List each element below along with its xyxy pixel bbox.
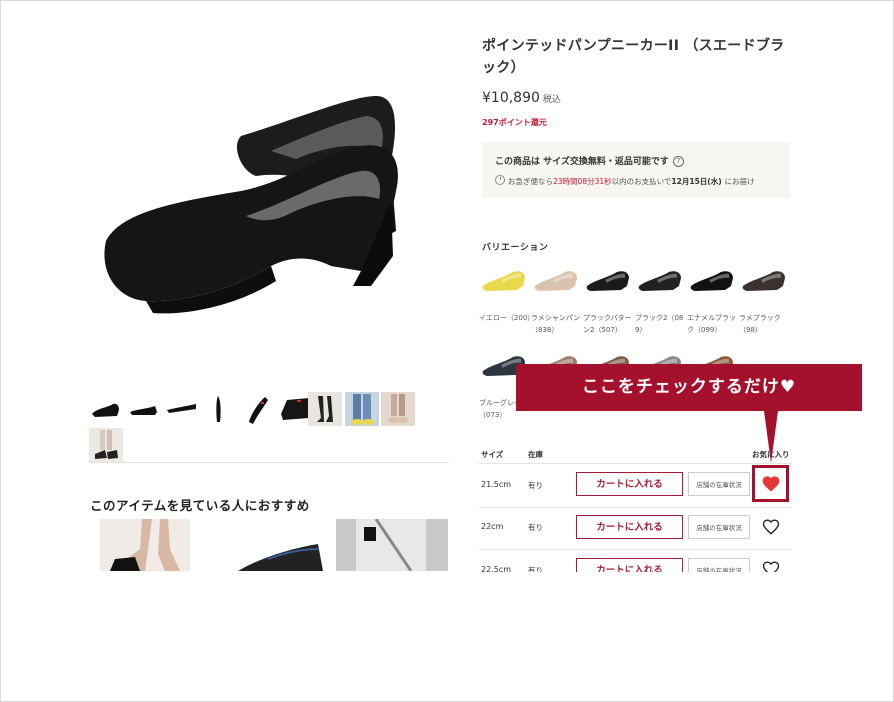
thumbnail[interactable] <box>381 392 415 426</box>
product-title: ポインテッドパンプニーカーII （スエードブラック） <box>482 38 785 76</box>
heart-icon: ♥ <box>779 377 797 397</box>
thumbnail[interactable] <box>345 392 379 426</box>
recommend-item-image[interactable] <box>100 519 190 571</box>
favorite-highlight-box <box>752 465 789 502</box>
variation-item[interactable]: ラメシャンパン（838） <box>531 256 581 336</box>
divider <box>479 507 792 508</box>
callout-text: ここをチェックするだけ <box>581 377 780 397</box>
variation-label: ラメシャンパン（838） <box>531 314 581 334</box>
thumbnail[interactable] <box>127 392 161 426</box>
product-page: このアイテムを見ている人におすすめ ポインテッドパンプニーカーII （スエードブ… <box>0 0 894 702</box>
thumbnail[interactable] <box>89 428 123 462</box>
delivery-prefix: お急ぎ便なら <box>508 177 553 186</box>
question-circle-icon[interactable]: ? <box>672 156 684 167</box>
stock-cell: 有り <box>528 481 543 490</box>
add-to-cart-button[interactable]: カートに入れる <box>576 515 683 539</box>
variation-label: イエロー（200） <box>479 314 535 322</box>
recommend-title: このアイテムを見ている人におすすめ <box>90 498 310 513</box>
callout-banner: ここをチェックするだけ♥ <box>516 364 862 411</box>
variation-image[interactable] <box>635 256 685 306</box>
delivery-date: 12月15日(水) <box>671 177 722 186</box>
delivery-countdown: 23時間08分31秒 <box>553 177 612 186</box>
store-stock-button[interactable]: 店舗の在庫状況 <box>688 515 750 539</box>
product-price: ¥10,890 税込 <box>482 90 561 106</box>
stock-cell: 有り <box>528 523 543 532</box>
price-tax-label: 税込 <box>542 95 561 105</box>
variation-image[interactable] <box>739 256 789 306</box>
price-value: ¥10,890 <box>482 90 540 106</box>
variation-label: エナメルブラック（099） <box>687 314 736 334</box>
main-product-image[interactable] <box>91 41 446 341</box>
variation-image[interactable] <box>687 256 737 306</box>
size-cell: 21.5cm <box>481 480 512 489</box>
col-size-header: サイズ <box>481 450 504 459</box>
heart-outline-icon[interactable] <box>761 517 781 537</box>
variation-image[interactable] <box>479 256 529 306</box>
divider <box>479 549 792 550</box>
delivery-info-box: この商品は サイズ交換無料・返品可能です? お急ぎ便なら23時間08分31秒以内… <box>482 142 790 198</box>
delivery-suffix: にお届け <box>724 177 755 186</box>
variation-item[interactable]: ラメブラック（98） <box>739 256 789 336</box>
size-cell: 22cm <box>481 522 504 531</box>
thumbnail[interactable] <box>165 392 199 426</box>
variation-item[interactable]: エナメルブラック（099） <box>687 256 737 336</box>
variation-label: ラメブラック（98） <box>739 314 781 334</box>
delivery-text: お急ぎ便なら23時間08分31秒以内のお支払いで12月15日(水) にお届け <box>495 175 755 187</box>
variation-item[interactable]: ブラックパターン2（507） <box>583 256 633 336</box>
variations-title: バリエーション <box>482 243 549 253</box>
thumbnail[interactable] <box>203 392 237 426</box>
delivery-middle: 以内のお支払いで <box>611 177 672 186</box>
col-stock-header: 在庫 <box>528 450 543 459</box>
variation-image[interactable] <box>531 256 581 306</box>
return-policy-text: この商品は サイズ交換無料・返品可能です? <box>495 154 684 167</box>
add-to-cart-button[interactable]: カートに入れる <box>576 472 683 496</box>
recommend-item-image[interactable] <box>218 519 323 571</box>
page-bottom-blank <box>1 572 893 701</box>
variation-item[interactable]: ブラック2（089） <box>635 256 685 336</box>
variation-label: ブラックパターン2（507） <box>583 314 632 334</box>
thumbnail[interactable] <box>89 392 123 426</box>
return-policy-label: この商品は サイズ交換無料・返品可能です <box>495 157 669 167</box>
divider <box>479 463 792 464</box>
variation-item[interactable]: イエロー（200） <box>479 256 535 324</box>
store-stock-button[interactable]: 店舗の在庫状況 <box>688 472 750 496</box>
variation-image[interactable] <box>583 256 633 306</box>
thumbnail[interactable] <box>241 392 275 426</box>
callout-arrow <box>764 411 778 463</box>
points-label: 297ポイント還元 <box>482 118 547 127</box>
thumbnail[interactable] <box>308 392 342 426</box>
recommend-item-image[interactable] <box>336 519 448 571</box>
divider <box>89 462 449 463</box>
variation-label: ブラック2（089） <box>635 314 684 334</box>
clock-icon <box>495 175 505 185</box>
